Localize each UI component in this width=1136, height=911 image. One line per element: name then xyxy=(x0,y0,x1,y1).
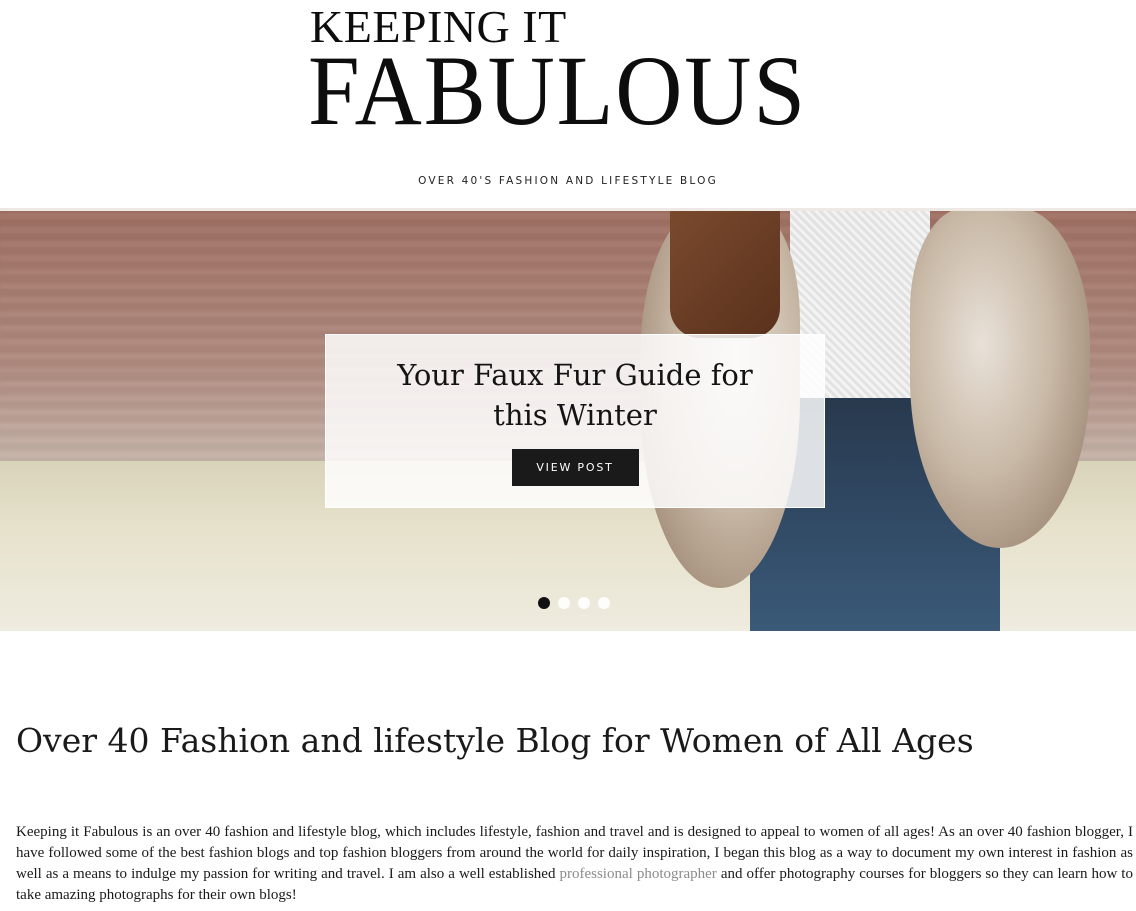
slider-pagination xyxy=(538,597,610,609)
site-header: KEEPING IT FABULOUS OVER 40'S FASHION AN… xyxy=(0,0,1136,208)
hero-slider: Your Faux Fur Guide for this Winter VIEW… xyxy=(0,208,1136,631)
slider-dot-4[interactable] xyxy=(598,597,610,609)
site-tagline: OVER 40'S FASHION AND LIFESTYLE BLOG xyxy=(418,175,718,187)
slider-dot-3[interactable] xyxy=(578,597,590,609)
hero-slide-card: Your Faux Fur Guide for this Winter VIEW… xyxy=(325,334,825,508)
professional-photographer-link[interactable]: professional photographer xyxy=(559,866,716,882)
view-post-button[interactable]: VIEW POST xyxy=(511,449,639,486)
hero-slide-title[interactable]: Your Faux Fur Guide for this Winter xyxy=(366,355,784,435)
intro-paragraph: Keeping it Fabulous is an over 40 fashio… xyxy=(16,822,1133,906)
logo-line-2: FABULOUS xyxy=(308,35,807,146)
hero-photo-bag xyxy=(670,211,780,338)
intro-section: Over 40 Fashion and lifestyle Blog for W… xyxy=(16,716,1134,903)
slider-dot-2[interactable] xyxy=(558,597,570,609)
hero-photo-fur-vest-right xyxy=(910,211,1090,548)
intro-heading: Over 40 Fashion and lifestyle Blog for W… xyxy=(16,721,974,760)
slider-dot-1[interactable] xyxy=(538,597,550,609)
